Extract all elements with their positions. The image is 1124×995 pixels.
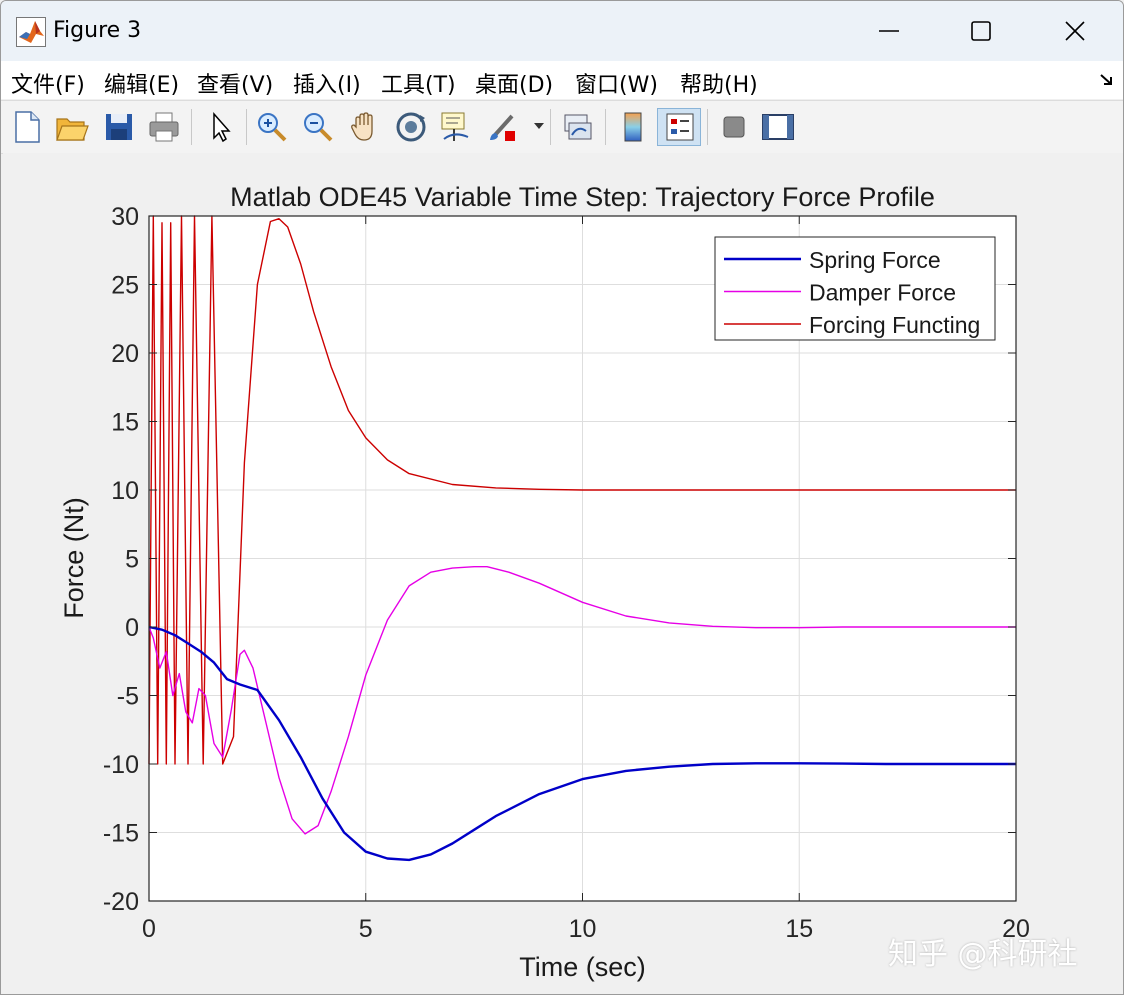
brush-icon: [490, 114, 515, 141]
dock-figure-icon[interactable]: [1098, 71, 1116, 89]
link-plot-button[interactable]: [560, 109, 596, 145]
y-tick-label: 15: [111, 409, 139, 437]
chart-title: Matlab ODE45 Variable Time Step: Traject…: [230, 182, 935, 212]
print-button[interactable]: [146, 109, 182, 145]
y-tick-label: 30: [111, 203, 139, 231]
pointer-icon: [213, 112, 231, 143]
legend-icon: [666, 113, 694, 141]
y-tick-label: -10: [103, 751, 139, 779]
toolbar-separator: [605, 109, 606, 145]
menu-help[interactable]: 帮助(H): [680, 67, 758, 99]
link-plot-icon: [564, 114, 592, 140]
legend[interactable]: Spring Force Damper Force Forcing Functing: [714, 236, 996, 341]
figure-toolbar: [1, 100, 1123, 154]
menu-insert[interactable]: 插入(I): [293, 67, 361, 99]
watermark: 知乎 @科研社: [888, 937, 1078, 972]
data-cursor-icon: [441, 112, 469, 141]
zoom-in-button[interactable]: [254, 109, 290, 145]
y-axis-label: Force (Nt): [59, 497, 89, 619]
y-tick-label: 0: [125, 614, 139, 642]
plot-svg[interactable]: 0 5 10 15 20-20-15-10-5051015202530 Matlab O…: [3, 153, 1123, 995]
pan-hand-icon: [351, 112, 373, 141]
data-cursor-button[interactable]: [438, 109, 474, 145]
maximize-button[interactable]: [935, 1, 1027, 61]
menu-file[interactable]: 文件(F): [11, 67, 85, 99]
menu-tools[interactable]: 工具(T): [381, 67, 456, 99]
x-tick-label: 15: [785, 915, 813, 943]
x-tick-label: 5: [359, 915, 373, 943]
close-button[interactable]: [1029, 1, 1121, 61]
menu-desktop[interactable]: 桌面(D): [475, 67, 553, 99]
close-icon: [1065, 21, 1085, 41]
pan-button[interactable]: [347, 109, 383, 145]
print-icon: [149, 112, 179, 142]
x-tick-label: 0: [142, 915, 156, 943]
zoom-out-icon: [304, 113, 333, 142]
save-button[interactable]: [101, 109, 137, 145]
hide-plot-tools-icon: [723, 116, 745, 138]
y-tick-label: 5: [125, 546, 139, 574]
zoom-out-button[interactable]: [300, 109, 336, 145]
brush-button[interactable]: [485, 109, 521, 145]
toolbar-separator: [550, 109, 551, 145]
y-tick-label: 20: [111, 340, 139, 368]
toolbar-separator: [707, 109, 708, 145]
toolbar-separator: [191, 109, 192, 145]
rotate-3d-button[interactable]: [393, 109, 429, 145]
save-icon: [106, 114, 132, 140]
minimize-icon: [879, 30, 899, 32]
menu-bar: 文件(F) 编辑(E) 查看(V) 插入(I) 工具(T) 桌面(D) 窗口(W…: [1, 61, 1123, 99]
legend-button[interactable]: [657, 108, 701, 146]
legend-label: Forcing Functing: [809, 312, 980, 338]
menu-view[interactable]: 查看(V): [197, 67, 273, 99]
figure-canvas[interactable]: 0 5 10 15 20 -20 -15 -10 -5 0 5 10 15 20 25 30 Matlab O…: [3, 153, 1123, 995]
matlab-logo-icon: [16, 17, 46, 47]
show-plot-tools-icon: [762, 114, 794, 140]
toolbar-separator: [246, 109, 247, 145]
y-tick-label: 10: [111, 477, 139, 505]
title-bar[interactable]: Figure 3: [1, 1, 1123, 61]
colorbar-icon: [624, 112, 642, 142]
menu-window[interactable]: 窗口(W): [575, 67, 658, 99]
new-figure-icon: [15, 111, 40, 143]
show-plot-tools-button[interactable]: [760, 109, 796, 145]
legend-label: Spring Force: [809, 247, 941, 273]
maximize-icon: [971, 21, 991, 41]
new-figure-button[interactable]: [9, 109, 45, 145]
figure-window: Figure 3 文件(F) 编辑(E) 查看(V) 插入(I) 工具(T) 桌…: [0, 0, 1124, 995]
minimize-button[interactable]: [843, 1, 935, 61]
chevron-down-icon[interactable]: [533, 121, 545, 131]
legend-label: Damper Force: [809, 280, 956, 306]
y-tick-label: -20: [103, 888, 139, 916]
x-tick-label: 10: [569, 915, 597, 943]
y-tick-label: 25: [111, 272, 139, 300]
x-axis-label: Time (sec): [519, 952, 646, 982]
pointer-button[interactable]: [202, 109, 238, 145]
y-tick-label: -15: [103, 820, 139, 848]
open-file-button[interactable]: [54, 109, 90, 145]
y-tick-label: -5: [117, 683, 139, 711]
colorbar-button[interactable]: [615, 109, 651, 145]
menu-edit[interactable]: 编辑(E): [104, 67, 179, 99]
zoom-in-icon: [258, 113, 287, 142]
window-title: Figure 3: [53, 18, 142, 43]
rotate-3d-icon: [396, 112, 426, 142]
hide-plot-tools-button[interactable]: [716, 109, 752, 145]
open-file-icon: [56, 118, 89, 141]
